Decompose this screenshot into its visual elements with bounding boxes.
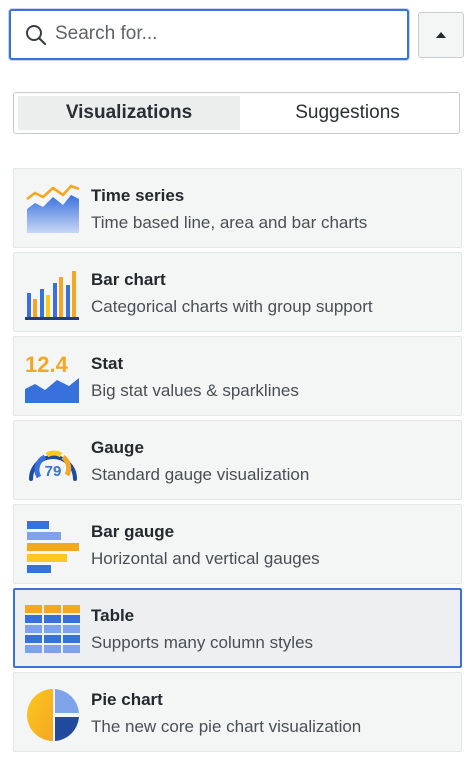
viz-description: Time based line, area and bar charts [91, 213, 368, 232]
viz-item-bar-gauge[interactable]: Bar gauge Horizontal and vertical gauges [13, 504, 462, 584]
collapse-button[interactable] [418, 12, 464, 58]
viz-item-pie-chart[interactable]: Pie chart The new core pie chart visuali… [13, 672, 462, 752]
tab-visualizations[interactable]: Visualizations [18, 96, 240, 130]
stat-icon-value: 12.4 [25, 352, 69, 377]
pie-chart-icon [27, 689, 79, 741]
viz-title: Pie chart [91, 690, 163, 709]
bar-gauge-icon [27, 521, 79, 573]
viz-description: Big stat values & sparklines [91, 381, 299, 400]
search-input[interactable] [55, 18, 395, 50]
chevron-up-icon [436, 32, 446, 38]
viz-title: Time series [91, 186, 185, 205]
viz-item-time-series[interactable]: Time series Time based line, area and ba… [13, 168, 462, 248]
search-row [9, 9, 464, 61]
viz-title: Bar chart [91, 270, 166, 289]
search-icon [26, 25, 47, 46]
viz-title: Table [91, 606, 135, 625]
gauge-icon-value: 79 [45, 463, 62, 480]
viz-description: The new core pie chart visualization [91, 717, 362, 736]
viz-title: Stat [91, 354, 124, 373]
viz-title: Bar gauge [91, 522, 175, 541]
viz-description: Categorical charts with group support [91, 297, 373, 316]
viz-description: Horizontal and vertical gauges [91, 549, 320, 568]
time-series-icon [26, 184, 80, 233]
bar-chart-icon [25, 271, 79, 320]
viz-description: Standard gauge visualization [91, 465, 310, 484]
tab-suggestions[interactable]: Suggestions [240, 96, 455, 130]
table-icon [25, 605, 80, 653]
viz-title: Gauge [91, 438, 144, 457]
visualization-tabs: Visualizations Suggestions [13, 92, 460, 134]
search-box[interactable] [9, 9, 409, 60]
stat-icon: 12.4 [25, 352, 79, 403]
viz-description: Supports many column styles [91, 633, 314, 652]
viz-item-gauge[interactable]: 79 Gauge Standard gauge visualization [13, 420, 462, 500]
viz-item-stat[interactable]: 12.4 Stat Big stat values & sparklines [13, 336, 462, 416]
gauge-icon: 79 [29, 450, 77, 481]
viz-item-bar-chart[interactable]: Bar chart Categorical charts with group … [13, 252, 462, 332]
viz-item-table[interactable]: Table Supports many column styles [13, 588, 462, 668]
